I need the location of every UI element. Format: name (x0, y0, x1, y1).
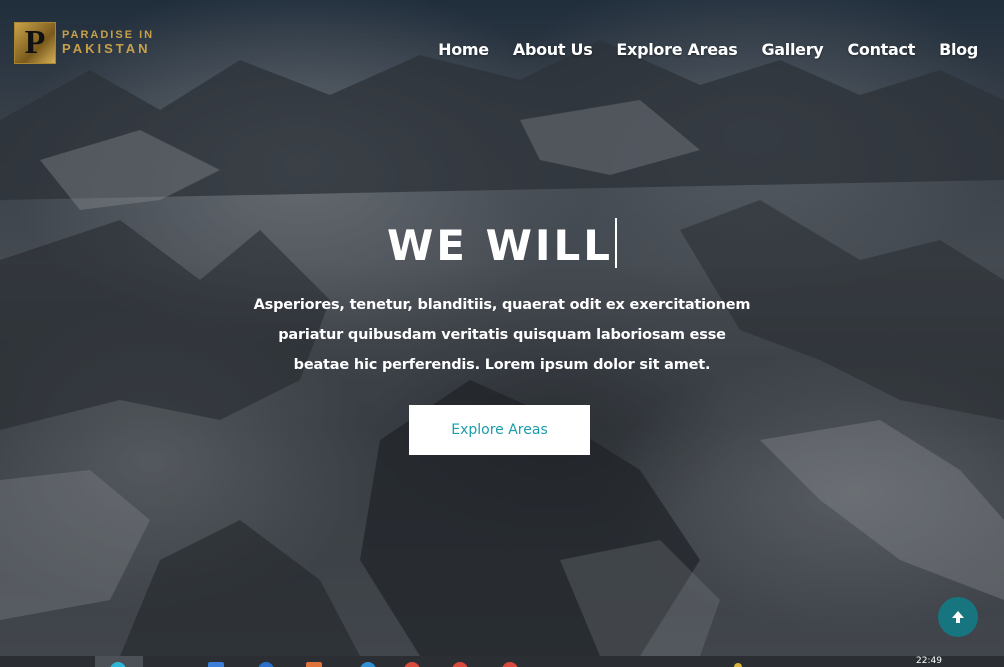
logo-line-2: PAKISTAN (62, 40, 151, 56)
hero-headline-text: WE WILL (386, 221, 614, 270)
site-logo[interactable]: P PARADISE IN PAKISTAN (14, 22, 154, 64)
folder-icon[interactable] (208, 662, 224, 667)
edge-icon[interactable] (258, 662, 274, 667)
explore-areas-button[interactable]: Explore Areas (409, 405, 590, 455)
os-taskbar: 22:49 (0, 656, 1004, 667)
app-icon[interactable] (306, 662, 322, 667)
logo-badge: P (14, 22, 56, 64)
nav-gallery[interactable]: Gallery (761, 40, 823, 59)
nav-explore-areas[interactable]: Explore Areas (616, 40, 737, 59)
main-nav: Home About Us Explore Areas Gallery Cont… (414, 40, 978, 59)
chrome-icon-2[interactable] (452, 662, 468, 667)
logo-initial: P (24, 24, 46, 61)
arrow-up-icon (952, 611, 964, 623)
nav-home[interactable]: Home (438, 40, 489, 59)
logo-wordmark: PARADISE IN PAKISTAN (62, 30, 154, 55)
typing-cursor (615, 218, 618, 268)
hero-headline: WE WILL (0, 218, 1004, 270)
tray-icon[interactable] (734, 663, 742, 667)
nav-contact[interactable]: Contact (847, 40, 915, 59)
chrome-icon[interactable] (404, 662, 420, 667)
taskbar-clock[interactable]: 22:49 (916, 657, 942, 666)
nav-about-us[interactable]: About Us (513, 40, 593, 59)
scroll-to-top-button[interactable] (938, 597, 978, 637)
app-icon-2[interactable] (360, 662, 376, 667)
hero-paragraph: Asperiores, tenetur, blanditiis, quaerat… (253, 297, 751, 373)
nav-blog[interactable]: Blog (939, 40, 978, 59)
chrome-icon-3[interactable] (502, 662, 518, 667)
